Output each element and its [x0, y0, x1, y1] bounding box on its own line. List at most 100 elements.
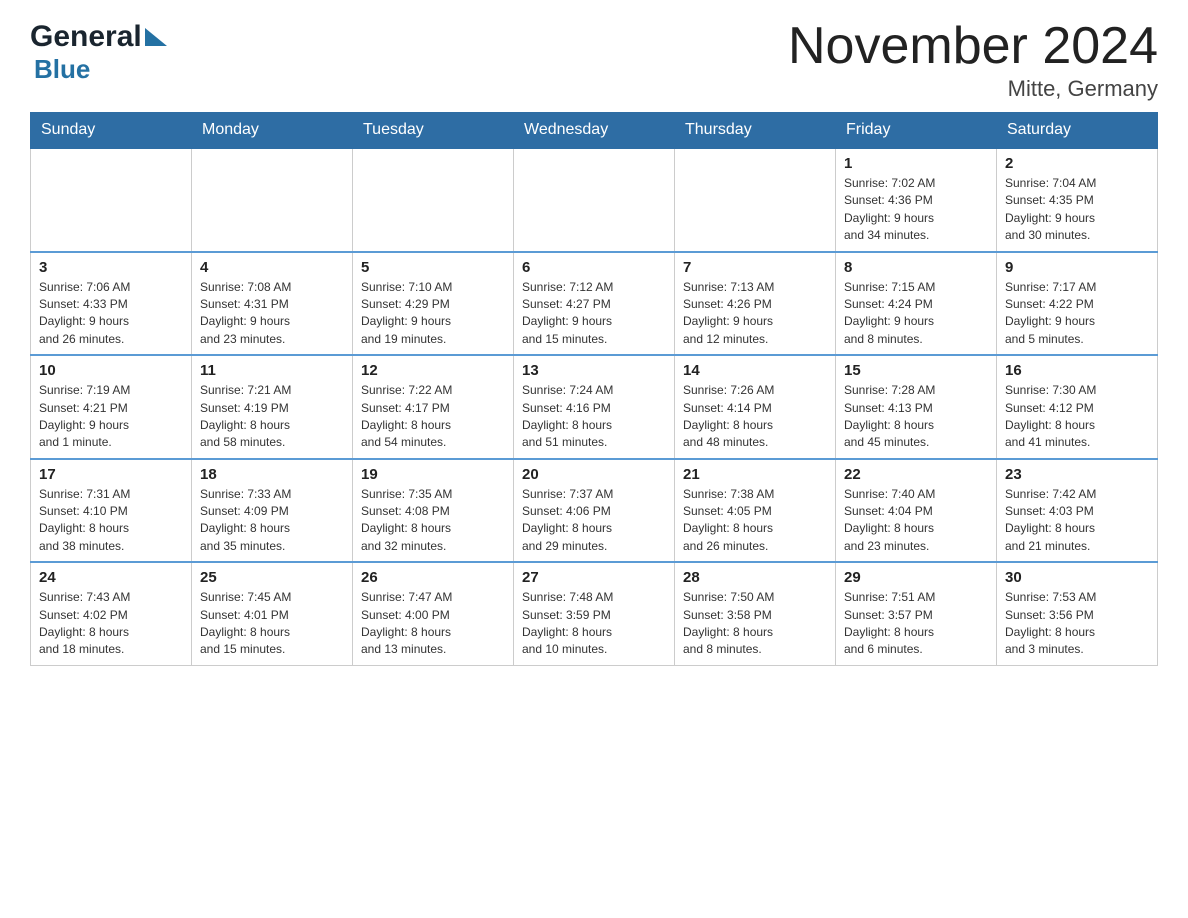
day-number: 5: [361, 259, 505, 276]
day-cell: 19 Sunrise: 7:35 AMSunset: 4:08 PMDayligh…: [353, 459, 514, 563]
day-cell: 9 Sunrise: 7:17 AMSunset: 4:22 PMDaylight…: [997, 252, 1158, 356]
month-title: November 2024: [788, 20, 1158, 72]
day-info: Sunrise: 7:40 AMSunset: 4:04 PMDaylight:…: [844, 487, 935, 553]
day-info: Sunrise: 7:26 AMSunset: 4:14 PMDaylight:…: [683, 383, 774, 449]
calendar-table: SundayMondayTuesdayWednesdayThursdayFrid…: [30, 112, 1158, 666]
day-number: 26: [361, 569, 505, 586]
weekday-header-thursday: Thursday: [675, 113, 836, 149]
day-cell: 27Sunrise: 7:48 AMSunset: 3:59 PMDayligh…: [514, 562, 675, 665]
day-info: Sunrise: 7:30 AMSunset: 4:12 PMDaylight:…: [1005, 383, 1096, 449]
day-cell: [192, 148, 353, 252]
day-cell: 22 Sunrise: 7:40 AMSunset: 4:04 PMDayligh…: [836, 459, 997, 563]
day-number: 9: [1005, 259, 1149, 276]
day-number: 19: [361, 466, 505, 483]
day-number: 4: [200, 259, 344, 276]
day-info: Sunrise: 7:02 AMSunset: 4:36 PMDaylight:…: [844, 176, 935, 242]
day-cell: 6 Sunrise: 7:12 AMSunset: 4:27 PMDaylight…: [514, 252, 675, 356]
day-info: Sunrise: 7:48 AMSunset: 3:59 PMDaylight:…: [522, 590, 613, 656]
day-cell: 4 Sunrise: 7:08 AMSunset: 4:31 PMDaylight…: [192, 252, 353, 356]
day-info: Sunrise: 7:53 AMSunset: 3:56 PMDaylight:…: [1005, 590, 1096, 656]
day-info: Sunrise: 7:37 AMSunset: 4:06 PMDaylight:…: [522, 487, 613, 553]
page-header: General Blue November 2024 Mitte, German…: [30, 20, 1158, 102]
day-number: 16: [1005, 362, 1149, 379]
day-info: Sunrise: 7:21 AMSunset: 4:19 PMDaylight:…: [200, 383, 291, 449]
day-number: 17: [39, 466, 183, 483]
day-info: Sunrise: 7:31 AMSunset: 4:10 PMDaylight:…: [39, 487, 130, 553]
day-info: Sunrise: 7:47 AMSunset: 4:00 PMDaylight:…: [361, 590, 452, 656]
day-cell: 21Sunrise: 7:38 AMSunset: 4:05 PMDayligh…: [675, 459, 836, 563]
week-row-1: 1 Sunrise: 7:02 AMSunset: 4:36 PMDaylight…: [31, 148, 1158, 252]
day-info: Sunrise: 7:35 AMSunset: 4:08 PMDaylight:…: [361, 487, 452, 553]
day-info: Sunrise: 7:19 AMSunset: 4:21 PMDaylight:…: [39, 383, 130, 449]
day-info: Sunrise: 7:17 AMSunset: 4:22 PMDaylight:…: [1005, 280, 1096, 346]
day-number: 20: [522, 466, 666, 483]
day-info: Sunrise: 7:38 AMSunset: 4:05 PMDaylight:…: [683, 487, 774, 553]
weekday-header-row: SundayMondayTuesdayWednesdayThursdayFrid…: [31, 113, 1158, 149]
day-number: 11: [200, 362, 344, 379]
day-cell: 25 Sunrise: 7:45 AMSunset: 4:01 PMDayligh…: [192, 562, 353, 665]
day-cell: 24 Sunrise: 7:43 AMSunset: 4:02 PMDayligh…: [31, 562, 192, 665]
day-info: Sunrise: 7:12 AMSunset: 4:27 PMDaylight:…: [522, 280, 613, 346]
day-cell: 16 Sunrise: 7:30 AMSunset: 4:12 PMDayligh…: [997, 355, 1158, 459]
day-info: Sunrise: 7:33 AMSunset: 4:09 PMDaylight:…: [200, 487, 291, 553]
weekday-header-tuesday: Tuesday: [353, 113, 514, 149]
location-text: Mitte, Germany: [788, 76, 1158, 102]
day-cell: 28 Sunrise: 7:50 AMSunset: 3:58 PMDayligh…: [675, 562, 836, 665]
week-row-2: 3Sunrise: 7:06 AMSunset: 4:33 PMDaylight…: [31, 252, 1158, 356]
weekday-header-sunday: Sunday: [31, 113, 192, 149]
day-info: Sunrise: 7:50 AMSunset: 3:58 PMDaylight:…: [683, 590, 774, 656]
day-info: Sunrise: 7:15 AMSunset: 4:24 PMDaylight:…: [844, 280, 935, 346]
day-info: Sunrise: 7:28 AMSunset: 4:13 PMDaylight:…: [844, 383, 935, 449]
day-number: 10: [39, 362, 183, 379]
day-number: 28: [683, 569, 827, 586]
day-cell: [353, 148, 514, 252]
day-info: Sunrise: 7:43 AMSunset: 4:02 PMDaylight:…: [39, 590, 130, 656]
day-number: 6: [522, 259, 666, 276]
logo-general-text: General: [30, 20, 142, 54]
day-cell: 7 Sunrise: 7:13 AMSunset: 4:26 PMDaylight…: [675, 252, 836, 356]
day-cell: 11 Sunrise: 7:21 AMSunset: 4:19 PMDayligh…: [192, 355, 353, 459]
day-info: Sunrise: 7:10 AMSunset: 4:29 PMDaylight:…: [361, 280, 452, 346]
day-cell: [675, 148, 836, 252]
logo-arrow-icon: [145, 28, 167, 46]
day-number: 7: [683, 259, 827, 276]
day-number: 25: [200, 569, 344, 586]
day-cell: 10 Sunrise: 7:19 AMSunset: 4:21 PMDayligh…: [31, 355, 192, 459]
day-cell: 15Sunrise: 7:28 AMSunset: 4:13 PMDayligh…: [836, 355, 997, 459]
weekday-header-friday: Friday: [836, 113, 997, 149]
logo: General Blue: [30, 20, 167, 85]
day-info: Sunrise: 7:45 AMSunset: 4:01 PMDaylight:…: [200, 590, 291, 656]
day-number: 3: [39, 259, 183, 276]
day-number: 30: [1005, 569, 1149, 586]
day-cell: [31, 148, 192, 252]
weekday-header-monday: Monday: [192, 113, 353, 149]
weekday-header-saturday: Saturday: [997, 113, 1158, 149]
day-info: Sunrise: 7:13 AMSunset: 4:26 PMDaylight:…: [683, 280, 774, 346]
day-cell: 5 Sunrise: 7:10 AMSunset: 4:29 PMDaylight…: [353, 252, 514, 356]
day-info: Sunrise: 7:24 AMSunset: 4:16 PMDaylight:…: [522, 383, 613, 449]
day-cell: 14 Sunrise: 7:26 AMSunset: 4:14 PMDayligh…: [675, 355, 836, 459]
day-info: Sunrise: 7:08 AMSunset: 4:31 PMDaylight:…: [200, 280, 291, 346]
day-number: 24: [39, 569, 183, 586]
week-row-4: 17 Sunrise: 7:31 AMSunset: 4:10 PMDayligh…: [31, 459, 1158, 563]
day-cell: 2Sunrise: 7:04 AMSunset: 4:35 PMDaylight…: [997, 148, 1158, 252]
day-info: Sunrise: 7:51 AMSunset: 3:57 PMDaylight:…: [844, 590, 935, 656]
day-info: Sunrise: 7:22 AMSunset: 4:17 PMDaylight:…: [361, 383, 452, 449]
day-number: 14: [683, 362, 827, 379]
day-cell: 3Sunrise: 7:06 AMSunset: 4:33 PMDaylight…: [31, 252, 192, 356]
day-cell: 29Sunrise: 7:51 AMSunset: 3:57 PMDayligh…: [836, 562, 997, 665]
day-number: 2: [1005, 155, 1149, 172]
title-section: November 2024 Mitte, Germany: [788, 20, 1158, 102]
day-cell: 13 Sunrise: 7:24 AMSunset: 4:16 PMDayligh…: [514, 355, 675, 459]
day-number: 13: [522, 362, 666, 379]
day-info: Sunrise: 7:42 AMSunset: 4:03 PMDaylight:…: [1005, 487, 1096, 553]
day-number: 22: [844, 466, 988, 483]
day-cell: 1 Sunrise: 7:02 AMSunset: 4:36 PMDaylight…: [836, 148, 997, 252]
logo-blue-text: Blue: [34, 54, 90, 84]
week-row-5: 24 Sunrise: 7:43 AMSunset: 4:02 PMDayligh…: [31, 562, 1158, 665]
day-number: 8: [844, 259, 988, 276]
day-cell: 8 Sunrise: 7:15 AMSunset: 4:24 PMDaylight…: [836, 252, 997, 356]
day-number: 1: [844, 155, 988, 172]
day-cell: 12Sunrise: 7:22 AMSunset: 4:17 PMDayligh…: [353, 355, 514, 459]
day-cell: 26 Sunrise: 7:47 AMSunset: 4:00 PMDayligh…: [353, 562, 514, 665]
